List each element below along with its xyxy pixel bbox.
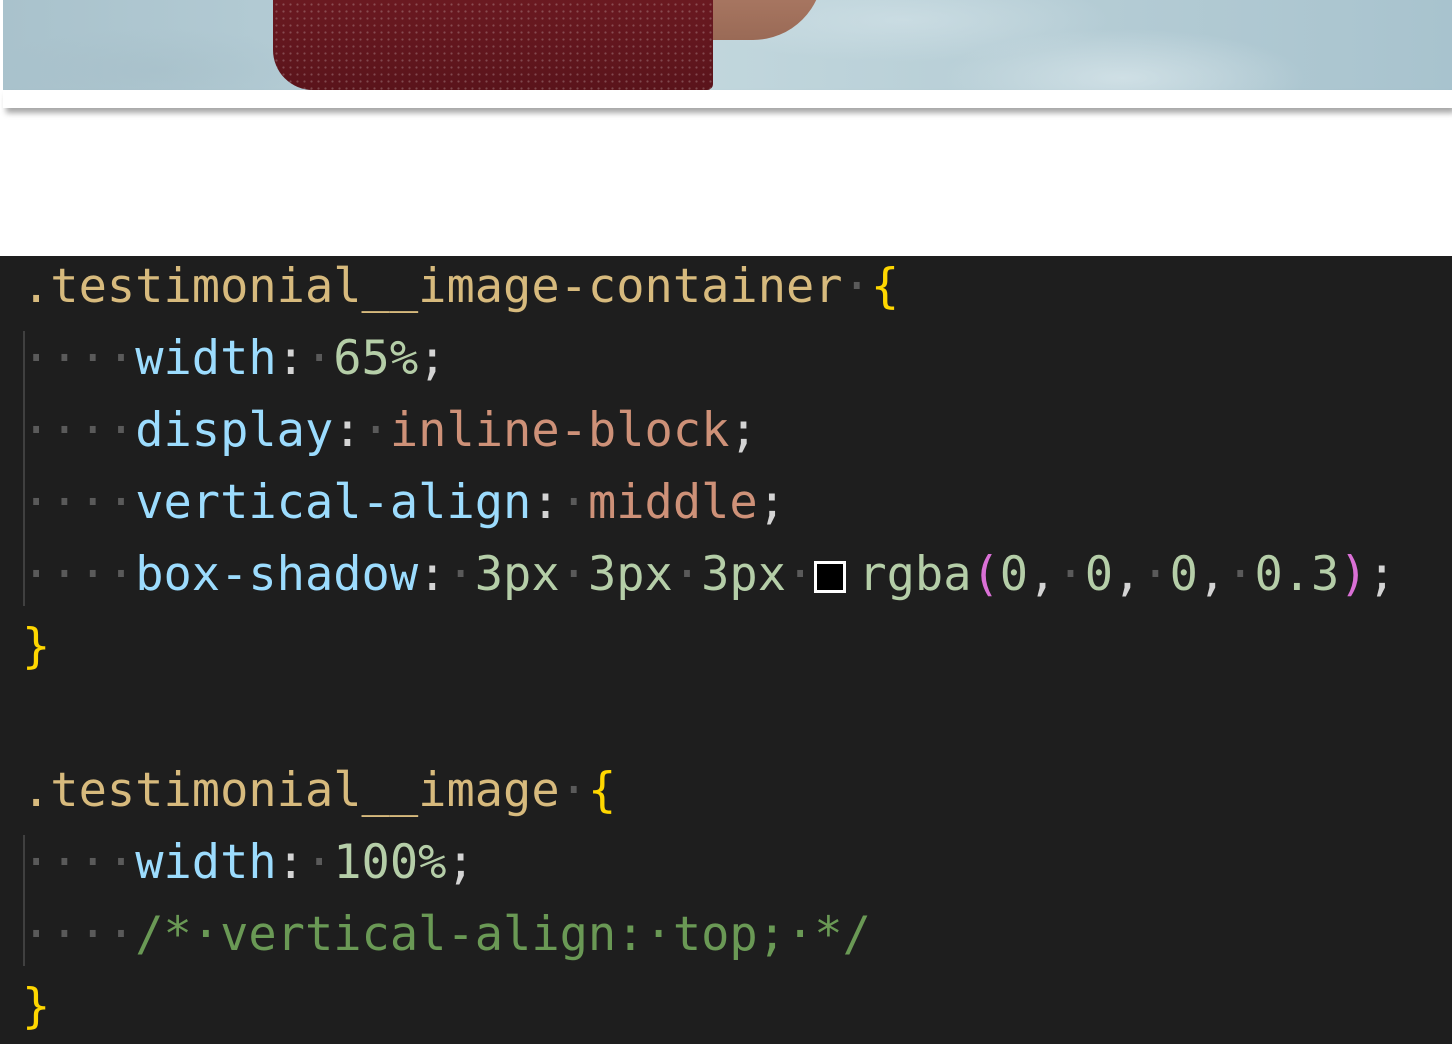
close-brace: } xyxy=(22,619,51,674)
css-arg: 0.3 xyxy=(1254,547,1340,602)
testimonial-photo xyxy=(3,0,1452,90)
css-value: inline-block xyxy=(389,403,730,458)
color-swatch-icon[interactable] xyxy=(814,561,847,593)
code-line-decl[interactable]: ····box-shadow:·3px·3px·3px· rgba(0,·0,·0… xyxy=(22,539,1396,611)
css-function-name: rgba xyxy=(858,547,972,602)
code-line-comment[interactable]: ····/*·vertical-align:·top;·*/ xyxy=(22,899,871,971)
css-property: box-shadow xyxy=(135,547,419,602)
code-line-decl[interactable]: ····width:·65%; xyxy=(22,323,446,395)
css-value: middle xyxy=(587,475,758,530)
photo-shirt xyxy=(273,0,713,90)
css-arg: 0 xyxy=(1169,547,1198,602)
code-line-close[interactable]: } xyxy=(22,971,50,1043)
css-selector: .testimonial__image-container xyxy=(22,259,843,314)
css-property: display xyxy=(135,403,334,458)
css-property: width xyxy=(135,331,277,386)
css-length: 3px xyxy=(474,547,560,602)
code-line-selector[interactable]: .testimonial__image·{ xyxy=(22,755,616,827)
css-arg: 0 xyxy=(1084,547,1113,602)
css-property: width xyxy=(135,835,277,890)
code-line-close[interactable]: } xyxy=(22,611,50,683)
open-brace: { xyxy=(870,259,900,314)
css-length: 3px xyxy=(701,547,787,602)
css-value: 100% xyxy=(333,835,447,890)
css-selector: .testimonial__image xyxy=(22,763,560,818)
photo-frame-shadow xyxy=(3,90,1452,108)
css-length: 3px xyxy=(587,547,673,602)
close-brace: } xyxy=(22,979,51,1034)
code-line-decl[interactable]: ····width:·100%; xyxy=(22,827,475,899)
css-arg: 0 xyxy=(999,547,1029,602)
css-value: 65% xyxy=(333,331,419,386)
code-editor[interactable]: .testimonial__image-container·{ ····widt… xyxy=(0,256,1452,1044)
code-line-selector[interactable]: .testimonial__image-container·{ xyxy=(22,256,899,323)
code-line-decl[interactable]: ····display:·inline-block; xyxy=(22,395,758,467)
open-brace: { xyxy=(587,763,617,818)
css-property: vertical-align xyxy=(135,475,532,530)
code-line-decl[interactable]: ····vertical-align:·middle; xyxy=(22,467,786,539)
css-comment: /*·vertical-align:·top;·*/ xyxy=(135,907,871,962)
